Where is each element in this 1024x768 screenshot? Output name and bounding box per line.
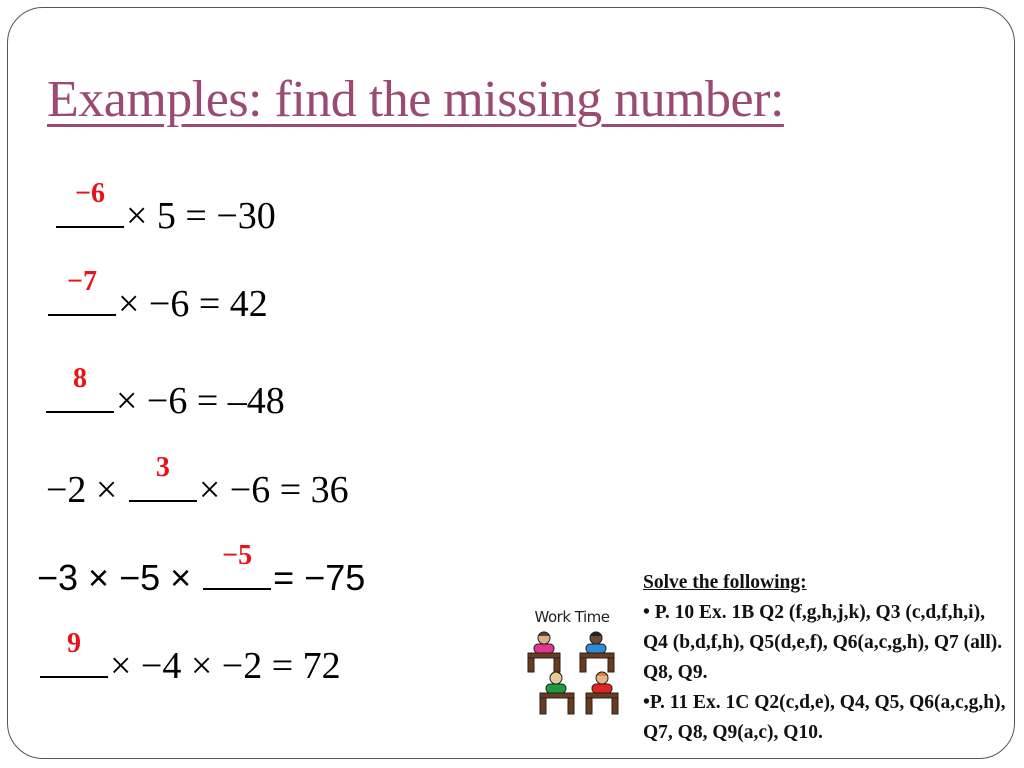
task-line-1: • P. 10 Ex. 1B Q2 (f,g,h,j,k), Q3 (c,d,f… (643, 602, 1003, 683)
equation-5: −3 × −5 × −5 = −75 (37, 540, 366, 598)
answer-value: −6 (75, 178, 105, 209)
answer-blank: 8 (46, 365, 114, 413)
answer-blank: −6 (56, 180, 124, 228)
answer-value: 3 (155, 452, 170, 483)
homework-tasks: Solve the following: • P. 10 Ex. 1B Q2 (… (643, 568, 1013, 748)
equation-2: −7 × −6 = 42 (46, 268, 268, 325)
student-pink (527, 631, 561, 673)
answer-value: −5 (222, 540, 253, 571)
equation-rest: × 5 = −30 (126, 195, 276, 237)
student-green (539, 671, 575, 715)
answer-blank: 3 (128, 454, 197, 502)
slide-title: Examples: find the missing number: (47, 71, 784, 128)
equation-1: −6 × 5 = −30 (54, 180, 276, 237)
answer-blank: −7 (48, 268, 116, 316)
equation-6: 9 × −4 × −2 = 72 (38, 630, 341, 687)
equation-rest: = −75 (273, 557, 366, 598)
answer-value: 9 (67, 628, 81, 659)
work-time-image: Work Time (524, 608, 620, 726)
answer-value: −7 (67, 266, 97, 297)
answer-blank: −5 (203, 542, 272, 590)
equation-rest: × −6 = 42 (118, 283, 268, 325)
equation-rest: × −4 × −2 = 72 (110, 645, 341, 687)
student-blue (579, 631, 615, 673)
equation-4: −2 × 3 × −6 = 36 (46, 452, 349, 511)
equation-3: 8 × −6 = –48 (44, 365, 285, 422)
work-time-label: Work Time (534, 608, 610, 626)
equation-rest: × −6 = –48 (116, 380, 285, 422)
students-at-desks-icon (527, 631, 619, 715)
tasks-heading: Solve the following: (643, 572, 807, 593)
answer-value: 8 (73, 363, 87, 394)
answer-blank: 9 (40, 630, 108, 678)
task-line-2: •P. 11 Ex. 1C Q2(c,d,e), Q4, Q5, Q6(a,c,… (643, 692, 1006, 743)
student-red (585, 671, 619, 715)
equation-rest: × −6 = 36 (198, 469, 349, 511)
